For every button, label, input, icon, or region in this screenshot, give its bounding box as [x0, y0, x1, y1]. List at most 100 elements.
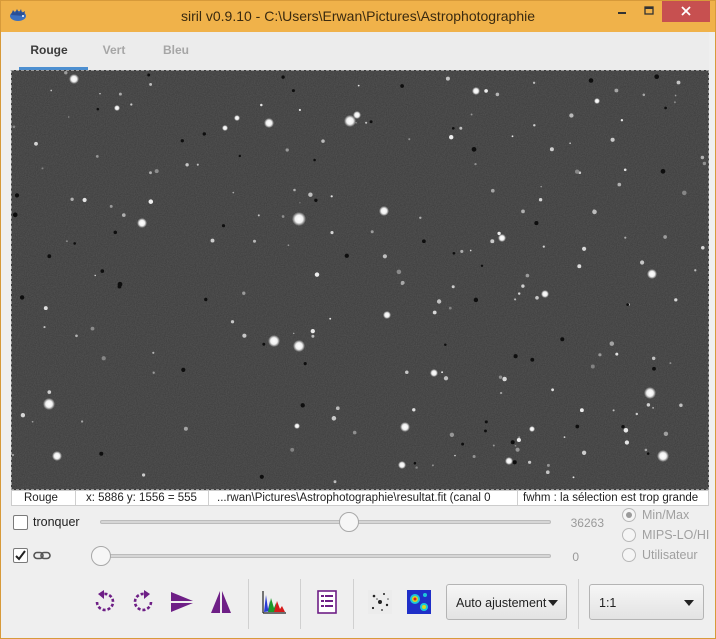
dark-pixel — [484, 420, 488, 424]
tronquer-checkbox[interactable] — [13, 515, 28, 530]
star — [448, 306, 452, 310]
star — [415, 466, 418, 469]
star — [149, 171, 152, 175]
star — [408, 138, 411, 141]
star — [646, 403, 651, 407]
tab-vert[interactable]: Vert — [99, 43, 129, 57]
star — [609, 341, 615, 346]
low-threshold-slider-handle[interactable] — [91, 546, 111, 566]
star — [577, 264, 582, 269]
star — [517, 292, 521, 295]
star — [329, 317, 332, 320]
mirror-x-button[interactable] — [168, 589, 196, 617]
dark-pixel — [400, 84, 404, 88]
rotate-right-button[interactable] — [130, 589, 158, 617]
star — [635, 412, 639, 416]
radio-minmax[interactable] — [622, 508, 636, 522]
mirror-y-button[interactable] — [207, 589, 235, 617]
low-threshold-slider[interactable] — [100, 554, 551, 558]
star — [298, 108, 301, 112]
negative-view-button[interactable] — [366, 589, 394, 617]
star — [47, 390, 52, 394]
dark-pixel — [291, 89, 295, 93]
checkmark-icon — [15, 550, 26, 561]
star — [495, 92, 500, 97]
dark-pixel — [530, 357, 535, 362]
star — [234, 115, 240, 121]
histogram-button[interactable] — [260, 589, 288, 617]
star — [12, 125, 16, 129]
chain-link-icon — [33, 550, 51, 564]
close-button[interactable] — [662, 1, 710, 22]
zoom-value: 1:1 — [599, 596, 617, 610]
status-filename: ...rwan\Pictures\Astrophotographie\resul… — [217, 492, 491, 504]
star — [581, 450, 587, 455]
star — [624, 236, 627, 239]
star — [268, 335, 280, 347]
star — [532, 81, 536, 84]
dark-pixel — [512, 460, 517, 465]
rotate-left-button[interactable] — [90, 589, 118, 617]
star — [398, 461, 406, 469]
star — [321, 139, 325, 143]
dark-pixel — [19, 295, 25, 300]
star — [432, 310, 437, 315]
star — [43, 398, 55, 410]
link-checkbox[interactable] — [13, 548, 28, 563]
star — [365, 121, 368, 124]
dark-pixel — [113, 230, 118, 235]
dark-pixel — [461, 442, 465, 446]
dark-pixel — [47, 254, 52, 259]
tab-rouge[interactable]: Rouge — [30, 43, 68, 57]
star — [612, 409, 615, 412]
dark-pixel — [73, 242, 76, 245]
star — [222, 125, 228, 131]
image-canvas[interactable] — [11, 70, 709, 490]
maximize-button[interactable] — [635, 1, 662, 22]
dark-pixel — [560, 337, 565, 342]
star — [682, 190, 687, 196]
star — [521, 209, 525, 214]
star — [579, 408, 584, 413]
star — [518, 436, 520, 438]
auto-adjust-dropdown[interactable]: Auto ajustement — [446, 584, 567, 620]
radio-utilisateur-label: Utilisateur — [642, 548, 698, 562]
star — [492, 444, 495, 447]
star — [623, 428, 629, 433]
console-button[interactable] — [313, 589, 341, 617]
star — [651, 356, 656, 361]
star — [516, 437, 521, 443]
star — [419, 216, 422, 220]
star — [355, 121, 357, 124]
star — [610, 137, 615, 142]
star — [490, 188, 495, 193]
dark-pixel — [534, 221, 539, 226]
star — [330, 231, 334, 235]
star — [569, 142, 571, 144]
title-bar[interactable]: siril v0.9.10 - C:\Users\Erwan\Pictures\… — [1, 1, 715, 32]
radio-mips[interactable] — [622, 528, 636, 542]
minimize-button[interactable] — [608, 1, 635, 22]
star — [370, 230, 374, 234]
star — [137, 218, 147, 228]
star — [674, 298, 678, 302]
high-threshold-slider-handle[interactable] — [339, 512, 360, 532]
mirror-horizontal-icon — [169, 589, 195, 618]
radio-minmax-label: Min/Max — [642, 508, 690, 522]
dark-pixel — [480, 264, 484, 267]
dark-pixel — [471, 146, 477, 152]
star — [400, 422, 410, 432]
star — [663, 431, 669, 437]
radio-utilisateur[interactable] — [622, 548, 636, 562]
dark-pixel — [303, 362, 307, 366]
star — [449, 135, 454, 140]
dark-pixel — [369, 120, 373, 124]
star — [230, 320, 235, 324]
star — [514, 298, 517, 301]
high-threshold-slider[interactable] — [100, 520, 551, 524]
star — [396, 269, 402, 275]
false-color-button[interactable] — [405, 589, 433, 617]
zoom-dropdown[interactable]: 1:1 — [589, 584, 704, 620]
tab-bleu[interactable]: Bleu — [161, 43, 191, 57]
chevron-down-icon — [684, 600, 694, 606]
